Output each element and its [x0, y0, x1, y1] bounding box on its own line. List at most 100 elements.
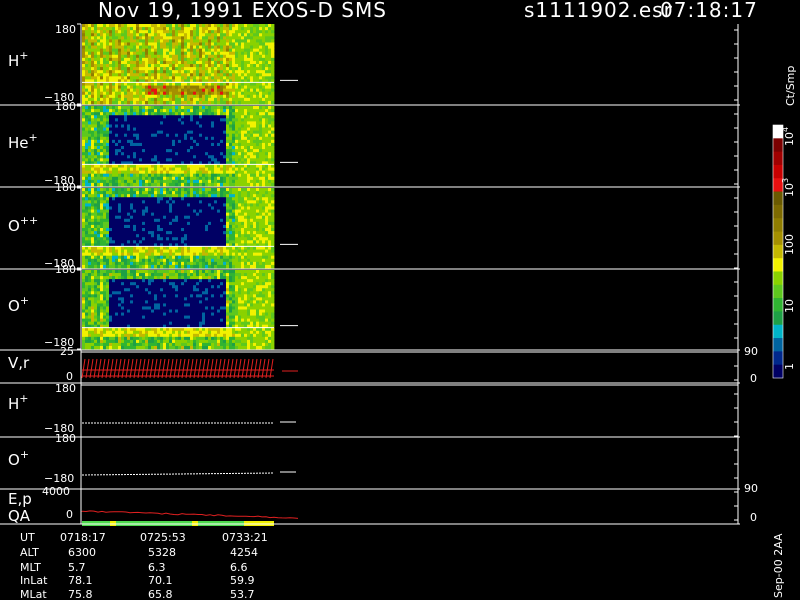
spectrogram-cell [214, 51, 218, 56]
spectrogram-cell [250, 133, 254, 138]
spectrogram-cell [208, 264, 212, 269]
spectrogram-cell [265, 130, 269, 135]
spectrogram-cell [187, 152, 191, 156]
spectrogram-cell [127, 206, 131, 210]
spectrogram-cell [133, 133, 137, 138]
spectrogram-cell [151, 112, 155, 116]
spectrogram-cell [250, 70, 254, 74]
spectrogram-cell [172, 149, 176, 153]
spectrogram-cell [148, 142, 152, 147]
spectrogram-cell [142, 249, 146, 254]
spectrogram-cell [250, 97, 254, 102]
spectrogram-cell [223, 121, 227, 125]
spectrogram-cell [169, 106, 173, 110]
spectrogram-cell [175, 149, 179, 153]
spectrogram-cell [235, 264, 239, 269]
spectrogram-cell [91, 149, 95, 153]
spectrogram-cell [220, 179, 224, 184]
spectrogram-cell [235, 57, 239, 62]
spectrogram-cell [256, 197, 260, 201]
spectrogram-cell [157, 118, 161, 122]
spectrogram-cell [220, 212, 224, 217]
spectrogram-cell [244, 209, 248, 214]
spectrogram-cell [97, 115, 101, 119]
spectrogram-cell [235, 215, 239, 220]
spectrogram-cell [262, 261, 266, 266]
spectrogram-cell [196, 94, 200, 99]
spectrogram-cell [208, 249, 212, 254]
spectrogram-cell [139, 73, 143, 77]
spectrogram-cell [160, 39, 164, 43]
spectrogram-cell [223, 142, 227, 147]
spectrogram-cell [118, 24, 122, 28]
spectrogram-cell [259, 142, 263, 147]
spectrogram-cell [88, 42, 92, 46]
spectrogram-cell [136, 133, 140, 138]
spectrogram-cell [265, 88, 269, 93]
spectrogram-cell [136, 67, 140, 71]
spectrogram-cell [220, 191, 224, 195]
spectrogram-cell [136, 70, 140, 74]
spectrogram-cell [208, 246, 212, 250]
spectrogram-cell [178, 176, 182, 181]
spectrogram-cell [151, 70, 155, 74]
spectrogram-cell [193, 264, 197, 269]
spectrogram-cell [112, 36, 116, 40]
spectrogram-cell [238, 224, 242, 229]
spectrogram-cell [184, 130, 188, 135]
spectrogram-cell [103, 164, 107, 168]
spectrogram-cell [97, 203, 101, 207]
spectrogram-cell [205, 112, 209, 116]
spectrogram-cell [127, 67, 131, 71]
spectrogram-cell [271, 60, 275, 65]
spectrogram-cell [211, 97, 215, 102]
spectrogram-cell [208, 73, 212, 77]
spectrogram-cell [256, 164, 260, 168]
spectrogram-cell [124, 91, 128, 96]
spectrogram-cell [253, 200, 257, 204]
spectrogram-cell [118, 106, 122, 110]
spectrogram-cell [136, 258, 140, 263]
spectrogram-cell [82, 76, 86, 80]
spectrogram-cell [166, 106, 170, 110]
spectrogram-cell [169, 64, 173, 68]
spectrogram-cell [97, 48, 101, 53]
spectrogram-cell [139, 255, 143, 260]
spectrogram-cell [265, 94, 269, 99]
spectrogram-cell [154, 127, 158, 132]
spectrogram-cell [172, 191, 176, 195]
spectrogram-cell [172, 57, 176, 62]
spectrogram-cell [100, 246, 104, 250]
spectrogram-cell [214, 234, 218, 238]
spectrogram-cell [88, 88, 92, 93]
spectrogram-cell [118, 237, 122, 241]
spectrogram-cell [187, 39, 191, 43]
spectrogram-cell [175, 167, 179, 172]
spectrogram-cell [151, 121, 155, 125]
spectrogram-cell [82, 152, 86, 156]
spectrogram-cell [94, 127, 98, 132]
spectrogram-cell [241, 234, 245, 238]
spectrogram-cell [115, 191, 119, 195]
spectrogram-cell [184, 142, 188, 147]
spectrogram-cell [163, 209, 167, 214]
spectrogram-cell [172, 237, 176, 241]
spectrogram-cell [160, 149, 164, 153]
spectrogram-cell [124, 170, 128, 175]
spectrogram-cell [217, 258, 221, 263]
spectrogram-cell [226, 203, 230, 207]
spectrogram-cell [97, 124, 101, 128]
spectrogram-cell [154, 39, 158, 43]
spectrogram-cell [178, 209, 182, 214]
spectrogram-cell [217, 261, 221, 266]
spectrogram-cell [193, 224, 197, 229]
spectrogram-cell [118, 133, 122, 138]
spectrogram-cell [241, 42, 245, 46]
spectrogram-cell [82, 203, 86, 207]
spectrogram-cell [82, 146, 86, 150]
spectrogram-cell [136, 33, 140, 37]
spectrogram-cell [178, 118, 182, 122]
spectrogram-cell [169, 112, 173, 116]
spectrogram-cell [247, 164, 251, 168]
spectrogram-cell [85, 115, 89, 119]
